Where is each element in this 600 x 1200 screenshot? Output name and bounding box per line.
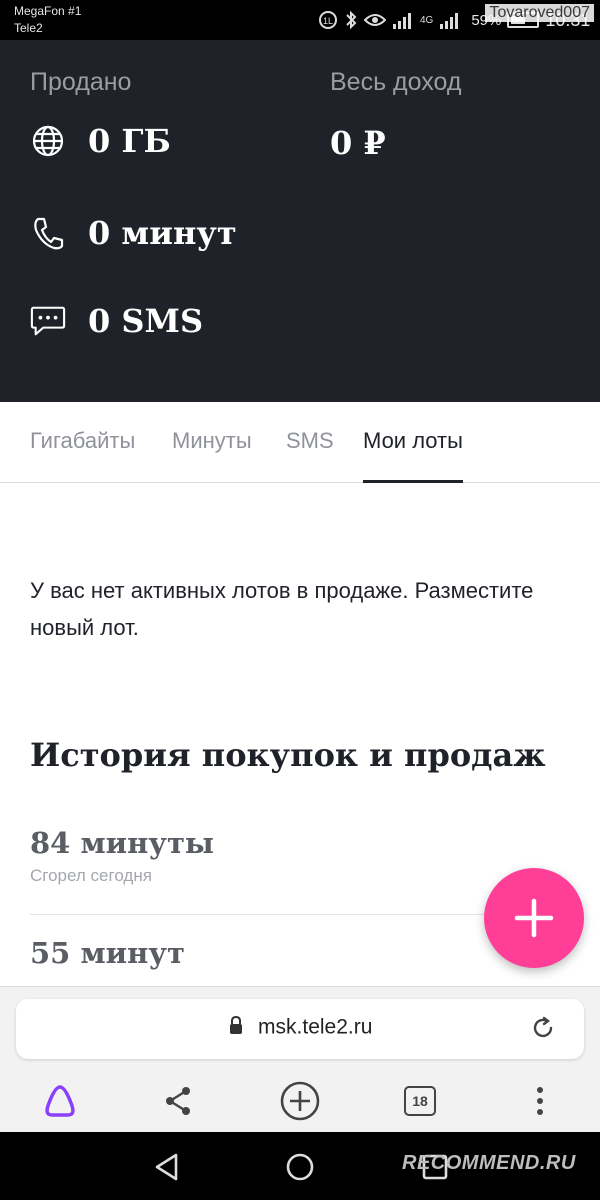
alice-icon	[45, 1085, 75, 1117]
tab-gigabytes[interactable]: Гигабайты	[30, 428, 135, 454]
browser-toolbar: 18	[0, 1071, 600, 1131]
tabs-count: 18	[404, 1086, 436, 1116]
sold-sms-value: 0 SMS	[88, 302, 204, 340]
watermark-site: RECOMMEND.RU	[402, 1152, 576, 1174]
tab-sms[interactable]: SMS	[286, 428, 334, 454]
tab-bar: Гигабайты Минуты SMS Мои лоты	[0, 402, 600, 483]
hd-call-icon: 1L	[318, 10, 338, 30]
history-item-status: Сгорел сегодня	[30, 866, 152, 885]
carrier-secondary: Tele2	[14, 21, 43, 35]
tab-my-lots[interactable]: Мои лоты	[363, 428, 463, 454]
browser-bar: msk.tele2.ru 18	[0, 986, 600, 1133]
sold-gb-row: 0 ГБ	[30, 122, 171, 160]
history-title: История покупок и продаж	[30, 736, 546, 774]
income-value: 0 ₽	[330, 124, 386, 162]
share-icon	[166, 1087, 190, 1115]
plus-circle-icon	[280, 1081, 320, 1121]
signal-icon-1	[392, 11, 414, 29]
system-nav-bar: RECOMMEND.RU	[0, 1132, 600, 1200]
menu-button[interactable]	[518, 1079, 562, 1123]
sales-summary: Продано Весь доход 0 ГБ 0 ₽ 0 минут 0 SM…	[0, 40, 600, 402]
sold-label: Продано	[30, 68, 132, 96]
svg-text:1L: 1L	[323, 16, 333, 26]
sold-sms-row: 0 SMS	[30, 302, 203, 340]
bluetooth-icon	[344, 10, 358, 30]
alice-button[interactable]	[38, 1079, 82, 1123]
watermark-username: Tovaroved007	[485, 4, 594, 22]
carrier-primary: MegaFon #1	[14, 4, 82, 18]
income-label: Весь доход	[330, 68, 462, 96]
address-bar[interactable]: msk.tele2.ru	[16, 999, 584, 1059]
signal-icon-2	[439, 11, 461, 29]
sold-minutes-value: 0 минут	[88, 214, 237, 252]
add-lot-button[interactable]	[484, 868, 584, 968]
empty-lots-message: У вас нет активных лотов в продаже. Разм…	[30, 578, 534, 640]
sold-gb-value: 0 ГБ	[88, 122, 171, 160]
url-wrap: msk.tele2.ru	[16, 1015, 584, 1040]
back-button[interactable]	[150, 1150, 184, 1184]
globe-icon	[30, 123, 66, 159]
plus-icon	[514, 898, 554, 938]
network-type: 4G	[420, 14, 434, 26]
reload-icon[interactable]	[530, 1015, 556, 1046]
back-triangle-icon	[155, 1153, 178, 1181]
lock-icon	[228, 1015, 244, 1040]
more-vertical-icon	[537, 1087, 543, 1115]
active-tab-indicator	[363, 480, 463, 483]
new-tab-button[interactable]	[278, 1079, 322, 1123]
phone-icon	[30, 215, 66, 251]
sold-minutes-row: 0 минут	[30, 214, 237, 252]
share-button[interactable]	[156, 1079, 200, 1123]
tabs-button[interactable]: 18	[398, 1079, 442, 1123]
status-bar: MegaFon #1 Tele2 1L 4G 59% 10:31 Tovarov…	[0, 0, 600, 40]
chat-icon	[30, 303, 66, 339]
home-circle-icon	[286, 1153, 314, 1181]
home-button[interactable]	[283, 1150, 317, 1184]
url-text: msk.tele2.ru	[258, 1015, 373, 1039]
tab-minutes[interactable]: Минуты	[172, 428, 252, 454]
history-item-amount: 84 минуты	[30, 826, 214, 860]
eye-icon	[364, 12, 386, 28]
